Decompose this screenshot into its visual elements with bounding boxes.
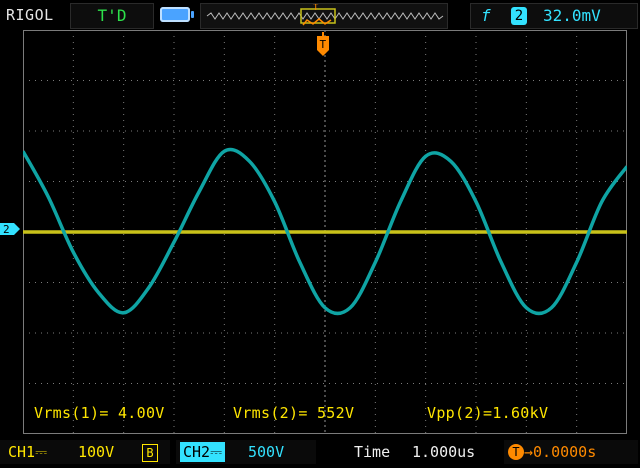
trigger-offset-settings[interactable]: T →0.0000s (504, 440, 638, 464)
trigger-settings[interactable]: f 2 32.0mV (470, 3, 638, 29)
time-label: Time (354, 443, 391, 461)
ch1-scale: 100V (78, 443, 115, 461)
ch1-settings[interactable]: CH1⎓ 100V B (0, 440, 170, 464)
rising-edge-icon: f (481, 6, 491, 25)
ch1-label: CH1⎓ (8, 443, 48, 461)
measurement-vpp-ch2: Vpp(2)=1.60kV (427, 404, 549, 422)
trigger-position-marker-icon[interactable]: T (316, 32, 330, 60)
dc-coupling-icon: ⎓ (210, 443, 223, 461)
ch2-settings[interactable]: CH2⎓ 500V (176, 440, 316, 464)
measurement-vrms-ch2: Vrms(2)= 552V (233, 404, 355, 422)
trigger-offset-icon: T (508, 444, 524, 460)
measurement-vrms-ch1: Vrms(1)= 4.00V (34, 404, 165, 422)
trigger-source-badge: 2 (511, 7, 527, 25)
top-status-bar: RIGOL T'D T f 2 32.0mV (0, 0, 640, 30)
battery-icon (160, 7, 194, 22)
trigger-offset-value: →0.0000s (524, 443, 597, 461)
run-status[interactable]: T'D (70, 3, 154, 29)
memory-waveform-icon: T (206, 4, 444, 26)
bottom-status-bar: CH1⎓ 100V B CH2⎓ 500V Time 1.000us T →0.… (0, 436, 640, 468)
channel-ground-marker-icon[interactable]: 2 (0, 221, 20, 237)
svg-text:T: T (320, 38, 327, 51)
waveform-plot (23, 30, 627, 434)
bandwidth-limit-badge: B (142, 444, 158, 462)
time-scale: 1.000us (412, 443, 476, 461)
waveform-display[interactable] (23, 30, 627, 434)
ch2-scale: 500V (248, 443, 285, 461)
svg-text:2: 2 (3, 223, 10, 236)
memory-position-bar[interactable]: T (200, 3, 448, 29)
svg-text:T: T (313, 4, 319, 13)
trigger-level: 32.0mV (543, 6, 601, 25)
ch2-label: CH2⎓ (180, 442, 226, 462)
dc-coupling-icon: ⎓ (35, 443, 48, 461)
brand-logo: RIGOL (6, 6, 54, 24)
